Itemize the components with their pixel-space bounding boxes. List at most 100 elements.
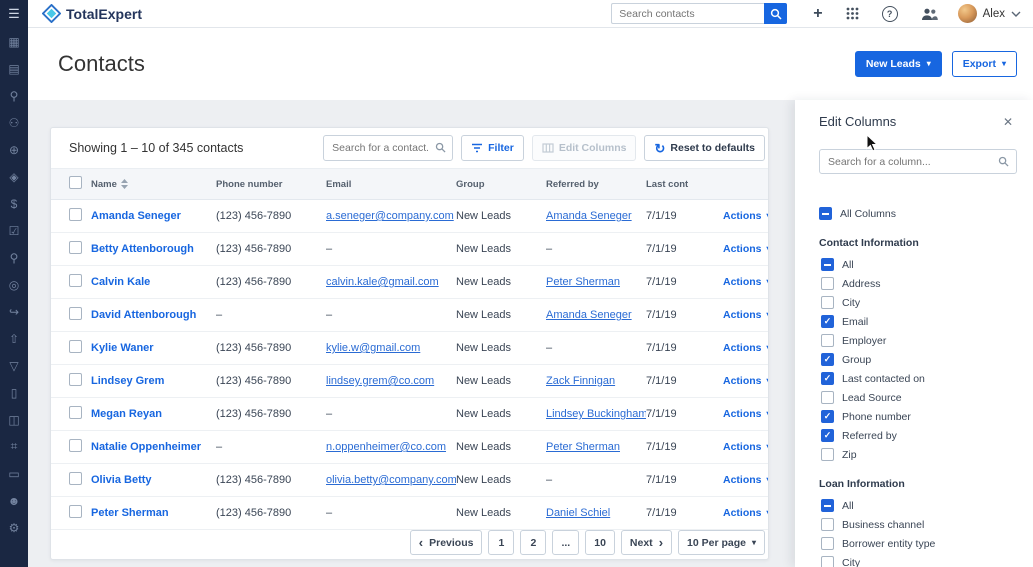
hamburger-menu-icon[interactable]: ☰ bbox=[0, 0, 28, 28]
actions-button[interactable]: Actions▾ bbox=[706, 210, 768, 222]
checkbox-row-group[interactable]: Group bbox=[821, 350, 1017, 369]
sidebar-icon-contact-search[interactable]: ⚲ bbox=[0, 244, 28, 271]
checkbox[interactable] bbox=[821, 296, 834, 309]
referred-by-link[interactable]: – bbox=[546, 474, 552, 486]
actions-button[interactable]: Actions▾ bbox=[706, 276, 768, 288]
page-button-1[interactable]: 1 bbox=[488, 530, 514, 555]
checkbox[interactable] bbox=[821, 518, 834, 531]
row-checkbox[interactable] bbox=[69, 373, 82, 386]
checkbox[interactable] bbox=[821, 258, 834, 271]
sidebar-icon-settings[interactable]: ⚙ bbox=[0, 514, 28, 541]
actions-button[interactable]: Actions▾ bbox=[706, 408, 768, 420]
row-checkbox[interactable] bbox=[69, 274, 82, 287]
checkbox-row-referred-by[interactable]: Referred by bbox=[821, 426, 1017, 445]
sidebar-icon-export[interactable]: ⇧ bbox=[0, 325, 28, 352]
sidebar-icon-columns[interactable]: ◫ bbox=[0, 406, 28, 433]
checkbox-row-city[interactable]: City bbox=[821, 293, 1017, 312]
email-link[interactable]: – bbox=[326, 309, 332, 321]
email-link[interactable]: – bbox=[326, 243, 332, 255]
export-button[interactable]: Export ▾ bbox=[952, 51, 1017, 77]
sidebar-icon-monitor[interactable]: ▭ bbox=[0, 460, 28, 487]
referred-by-link[interactable]: Zack Finnigan bbox=[546, 375, 615, 387]
sidebar-icon-target[interactable]: ◎ bbox=[0, 271, 28, 298]
checkbox-row-email[interactable]: Email bbox=[821, 312, 1017, 331]
checkbox[interactable] bbox=[821, 334, 834, 347]
edit-columns-button[interactable]: Edit Columns bbox=[532, 135, 637, 161]
checkbox-row-all[interactable]: All bbox=[821, 255, 1017, 274]
sidebar-icon-dashboard[interactable]: ▦ bbox=[0, 28, 28, 55]
referred-by-link[interactable]: – bbox=[546, 342, 552, 354]
checkbox[interactable] bbox=[821, 499, 834, 512]
checkbox[interactable] bbox=[821, 429, 834, 442]
checkbox[interactable] bbox=[821, 448, 834, 461]
referred-by-link[interactable]: Amanda Seneger bbox=[546, 309, 632, 321]
actions-button[interactable]: Actions▾ bbox=[706, 441, 768, 453]
email-link[interactable]: calvin.kale@gmail.com bbox=[326, 276, 439, 288]
page-button-2[interactable]: 2 bbox=[520, 530, 546, 555]
column-header-phone[interactable]: Phone number bbox=[216, 179, 326, 190]
email-link[interactable]: a.seneger@company.com bbox=[326, 210, 454, 222]
search-contacts-input[interactable] bbox=[611, 3, 764, 24]
email-link[interactable]: – bbox=[326, 408, 332, 420]
sidebar-icon-share[interactable]: ↪ bbox=[0, 298, 28, 325]
referred-by-link[interactable]: – bbox=[546, 243, 552, 255]
email-link[interactable]: n.oppenheimer@co.com bbox=[326, 441, 446, 453]
contact-name-link[interactable]: Peter Sherman bbox=[91, 507, 216, 519]
checkbox[interactable] bbox=[821, 391, 834, 404]
checkbox-row-phone-number[interactable]: Phone number bbox=[821, 407, 1017, 426]
contact-name-link[interactable]: David Attenborough bbox=[91, 309, 216, 321]
contact-name-link[interactable]: Olivia Betty bbox=[91, 474, 216, 486]
next-page-button[interactable]: Next› bbox=[621, 530, 672, 555]
checkbox-row-lead-source[interactable]: Lead Source bbox=[821, 388, 1017, 407]
contact-search-input[interactable] bbox=[323, 135, 453, 161]
row-checkbox[interactable] bbox=[69, 340, 82, 353]
sidebar-icon-add-contact[interactable]: ⊕ bbox=[0, 136, 28, 163]
sidebar-icon-planner[interactable]: ▤ bbox=[0, 55, 28, 82]
sidebar-icon-currency[interactable]: $ bbox=[0, 190, 28, 217]
row-checkbox[interactable] bbox=[69, 439, 82, 452]
row-checkbox[interactable] bbox=[69, 472, 82, 485]
contact-name-link[interactable]: Kylie Waner bbox=[91, 342, 216, 354]
checkbox[interactable] bbox=[821, 410, 834, 423]
email-link[interactable]: olivia.betty@company.com bbox=[326, 474, 456, 486]
checkbox[interactable] bbox=[821, 537, 834, 550]
user-menu[interactable]: Alex bbox=[958, 4, 1021, 23]
sidebar-icon-document[interactable]: ▯ bbox=[0, 379, 28, 406]
sidebar-icon-funnel[interactable]: ▽ bbox=[0, 352, 28, 379]
checkbox[interactable] bbox=[821, 372, 834, 385]
contact-name-link[interactable]: Betty Attenborough bbox=[91, 243, 216, 255]
sidebar-icon-pricing[interactable]: ◈ bbox=[0, 163, 28, 190]
column-header-name[interactable]: Name bbox=[91, 179, 216, 190]
row-checkbox[interactable] bbox=[69, 307, 82, 320]
contact-name-link[interactable]: Natalie Oppenheimer bbox=[91, 441, 216, 453]
per-page-select[interactable]: 10 Per page▾ bbox=[678, 530, 765, 555]
row-checkbox[interactable] bbox=[69, 406, 82, 419]
sidebar-icon-user[interactable]: ☻ bbox=[0, 487, 28, 514]
actions-button[interactable]: Actions▾ bbox=[706, 309, 768, 321]
reset-to-defaults-button[interactable]: ↻ Reset to defaults bbox=[644, 135, 765, 161]
column-header-email[interactable]: Email bbox=[326, 179, 456, 190]
contact-name-link[interactable]: Calvin Kale bbox=[91, 276, 216, 288]
column-header-group[interactable]: Group bbox=[456, 179, 546, 190]
referred-by-link[interactable]: Daniel Schiel bbox=[546, 507, 610, 519]
column-header-referred-by[interactable]: Referred by bbox=[546, 179, 646, 190]
contact-name-link[interactable]: Lindsey Grem bbox=[91, 375, 216, 387]
referred-by-link[interactable]: Lindsey Buckingham bbox=[546, 408, 646, 420]
checkbox-row-all-columns[interactable]: All Columns bbox=[819, 204, 1017, 223]
checkbox[interactable] bbox=[821, 556, 834, 567]
actions-button[interactable]: Actions▾ bbox=[706, 507, 768, 519]
sidebar-icon-prospect-search[interactable]: ⚲ bbox=[0, 82, 28, 109]
sidebar-icon-grid[interactable]: ⌗ bbox=[0, 433, 28, 460]
new-leads-button[interactable]: New Leads ▾ bbox=[855, 51, 942, 77]
checkbox-row-business-channel[interactable]: Business channel bbox=[821, 515, 1017, 534]
actions-button[interactable]: Actions▾ bbox=[706, 243, 768, 255]
actions-button[interactable]: Actions▾ bbox=[706, 342, 768, 354]
sidebar-icon-tasks[interactable]: ☑ bbox=[0, 217, 28, 244]
logo[interactable]: TotalExpert bbox=[42, 4, 142, 23]
checkbox-row-borrower-entity-type[interactable]: Borrower entity type bbox=[821, 534, 1017, 553]
select-all-checkbox[interactable] bbox=[69, 176, 82, 189]
checkbox-row-zip[interactable]: Zip bbox=[821, 445, 1017, 464]
email-link[interactable]: – bbox=[326, 507, 332, 519]
page-button-10[interactable]: 10 bbox=[585, 530, 615, 555]
checkbox[interactable] bbox=[821, 277, 834, 290]
